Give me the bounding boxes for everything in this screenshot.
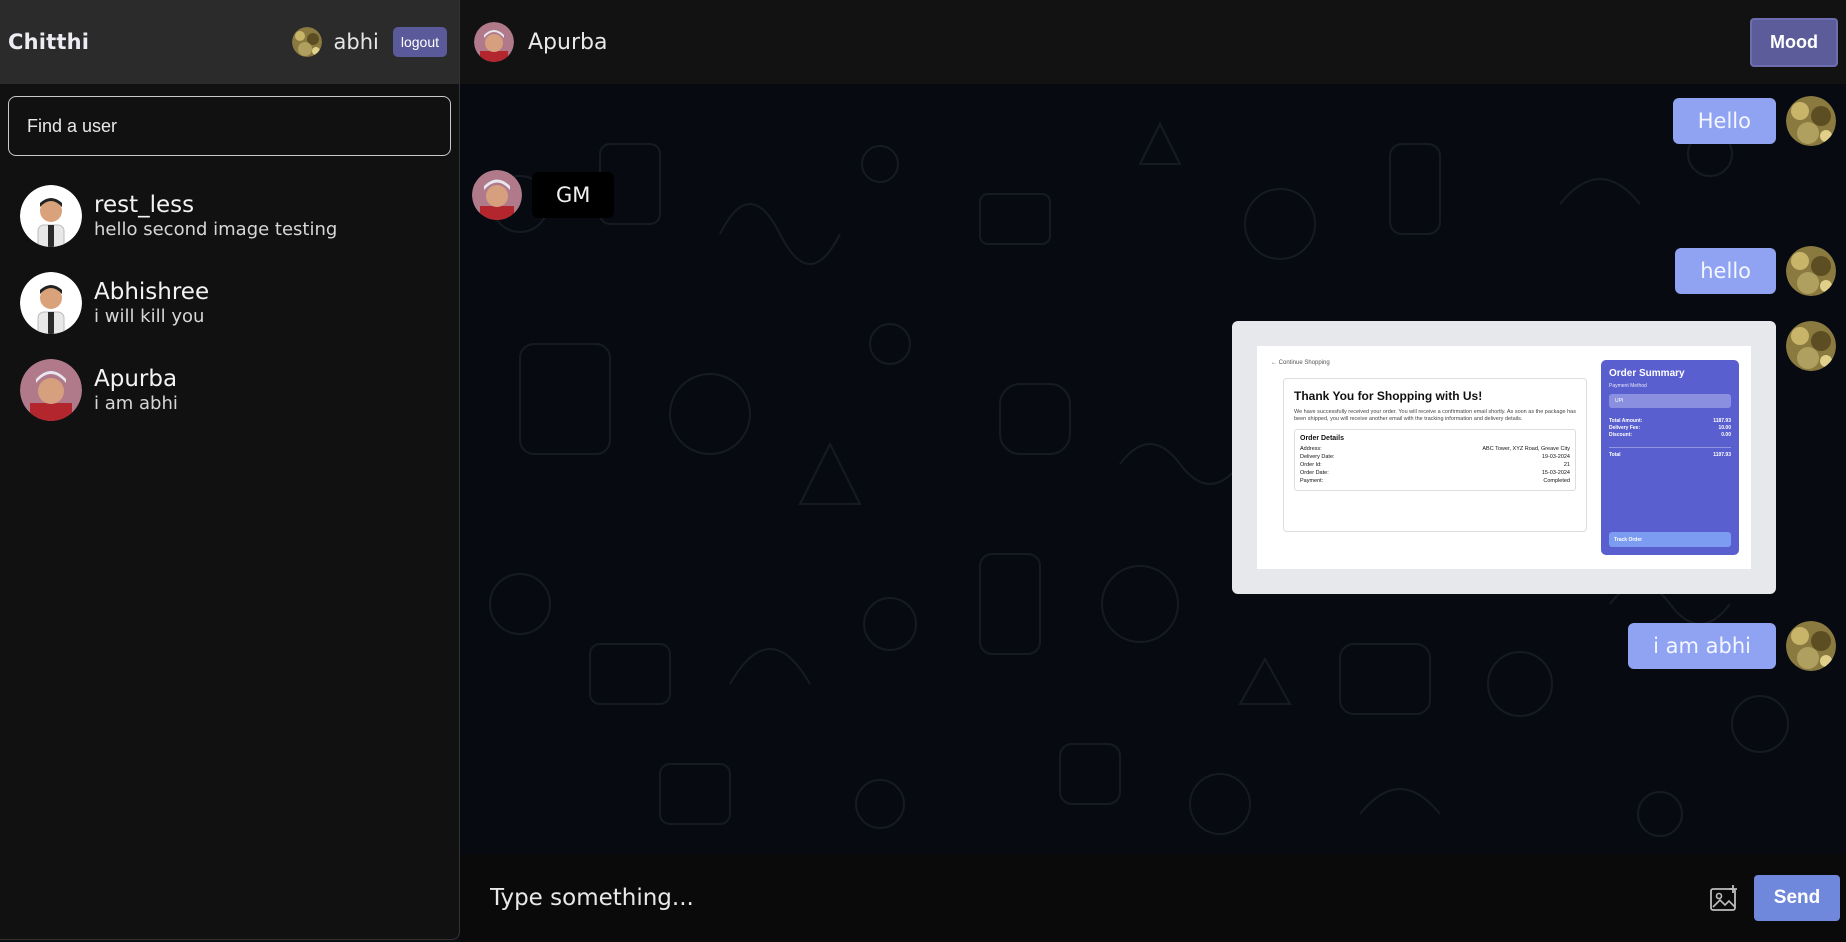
chat-header: Apurba Mood	[460, 0, 1846, 84]
payment-method-label: Payment Method	[1609, 383, 1647, 389]
sender-avatar	[472, 170, 522, 220]
order-details: Order Details Address: ABC Tower, XYZ Roa…	[1294, 429, 1576, 491]
detail-label: Order Id:	[1300, 462, 1322, 468]
message-incoming: GM	[472, 170, 615, 220]
order-summary-title: Order Summary	[1609, 368, 1685, 379]
message-outgoing-image: ← Continue Shopping Thank You for Shoppi…	[1232, 321, 1836, 594]
order-detail-row: Delivery Date: 19-03-2024	[1300, 453, 1570, 461]
total-label: Total	[1609, 452, 1621, 458]
user-avatar	[20, 358, 82, 421]
order-summary-panel: Order Summary Payment Method UPI Total A…	[1601, 360, 1739, 555]
chat-panel: Apurba Mood Hello GM hello ← Continue Sh…	[460, 0, 1846, 942]
summary-row: Delivery Fee: 10.00	[1609, 425, 1731, 432]
find-user-input[interactable]	[8, 96, 451, 156]
message-input[interactable]	[460, 868, 1706, 928]
summary-divider	[1609, 447, 1731, 448]
user-list: rest_less hello second image testing Abh…	[0, 168, 459, 433]
user-search	[0, 84, 459, 168]
order-detail-row: Payment: Completed	[1300, 477, 1570, 485]
mood-button[interactable]: Mood	[1750, 17, 1838, 67]
thank-you-text: We have successfully received your order…	[1294, 409, 1576, 422]
user-avatar	[20, 184, 82, 247]
detail-label: Payment:	[1300, 478, 1324, 484]
peer-avatar	[474, 22, 514, 62]
summary-label: Discount:	[1609, 432, 1633, 438]
sender-avatar	[1786, 96, 1836, 146]
message-outgoing: i am abhi	[1628, 621, 1836, 671]
sender-avatar	[1786, 246, 1836, 296]
detail-value: Completed	[1543, 478, 1570, 484]
payment-method-value: UPI	[1609, 394, 1731, 408]
message-bubble: hello	[1675, 248, 1776, 294]
user-avatar	[20, 271, 82, 334]
send-button[interactable]: Send	[1754, 875, 1840, 921]
summary-label: Total Amount:	[1609, 418, 1643, 424]
app-brand: Chitthi	[8, 30, 90, 54]
user-list-item[interactable]: Abhishree i will kill you	[0, 259, 459, 346]
sender-avatar	[1786, 621, 1836, 671]
user-name: rest_less	[94, 191, 195, 218]
user-name: Apurba	[94, 365, 178, 392]
message-bubble: Hello	[1672, 98, 1776, 144]
current-user-name: abhi	[333, 30, 379, 54]
message-outgoing: hello	[1675, 246, 1836, 296]
order-detail-row: Order Date: 15-03-2024	[1300, 469, 1570, 477]
detail-value: 21	[1563, 462, 1570, 468]
continue-shopping-text: ← Continue Shopping	[1271, 360, 1330, 366]
summary-label: Delivery Fee:	[1609, 425, 1641, 431]
detail-value: ABC Tower, XYZ Road, Greave City	[1482, 446, 1570, 452]
summary-row: Discount: 0.00	[1609, 432, 1731, 439]
user-last-message: hello second image testing	[94, 218, 338, 240]
summary-value: 0.00	[1721, 432, 1731, 438]
detail-value: 19-03-2024	[1541, 454, 1570, 460]
message-bubble: GM	[532, 172, 615, 218]
user-list-item[interactable]: rest_less hello second image testing	[0, 172, 459, 259]
thank-you-card: Thank You for Shopping with Us! We have …	[1283, 378, 1587, 532]
current-user-avatar	[291, 27, 322, 57]
thank-you-title: Thank You for Shopping with Us!	[1294, 389, 1483, 403]
summary-value: 10.00	[1718, 425, 1731, 431]
total-value: 1197.93	[1713, 452, 1731, 458]
peer-name: Apurba	[528, 29, 608, 55]
user-last-message: i will kill you	[94, 305, 205, 327]
detail-label: Delivery Date:	[1300, 454, 1335, 460]
track-order-button: Track Order	[1609, 532, 1731, 547]
app-root: Chitthi abhi logout Find a user rest_les…	[0, 0, 1846, 942]
summary-total-row: Total 1197.93	[1609, 452, 1731, 459]
user-name: Abhishree	[94, 278, 210, 305]
image-preview: ← Continue Shopping Thank You for Shoppi…	[1257, 346, 1751, 569]
sender-avatar	[1786, 321, 1836, 371]
order-detail-row: Order Id: 21	[1300, 461, 1570, 469]
user-list-item[interactable]: Apurba i am abhi	[0, 346, 459, 433]
user-last-message: i am abhi	[94, 392, 178, 414]
message-bubble: i am abhi	[1628, 623, 1776, 669]
sidebar: Chitthi abhi logout Find a user rest_les…	[0, 0, 460, 940]
message-outgoing: Hello	[1672, 96, 1836, 146]
logout-button[interactable]: logout	[392, 27, 447, 57]
summary-row: Total Amount: 1187.93	[1609, 418, 1731, 425]
attach-image-button[interactable]	[1706, 880, 1742, 916]
image-attachment[interactable]: ← Continue Shopping Thank You for Shoppi…	[1232, 321, 1776, 594]
sidebar-header: Chitthi abhi logout	[0, 0, 459, 84]
summary-value: 1187.93	[1713, 418, 1731, 424]
detail-label: Order Date:	[1300, 470, 1329, 476]
detail-label: Address:	[1300, 446, 1322, 452]
order-details-title: Order Details	[1300, 435, 1344, 442]
image-icon	[1710, 885, 1737, 911]
message-composer: Send	[460, 854, 1846, 942]
order-detail-row: Address: ABC Tower, XYZ Road, Greave City	[1300, 445, 1570, 453]
detail-value: 15-03-2024	[1541, 470, 1570, 476]
message-list: Hello GM hello ← Continue Shopping Thank…	[460, 84, 1846, 854]
